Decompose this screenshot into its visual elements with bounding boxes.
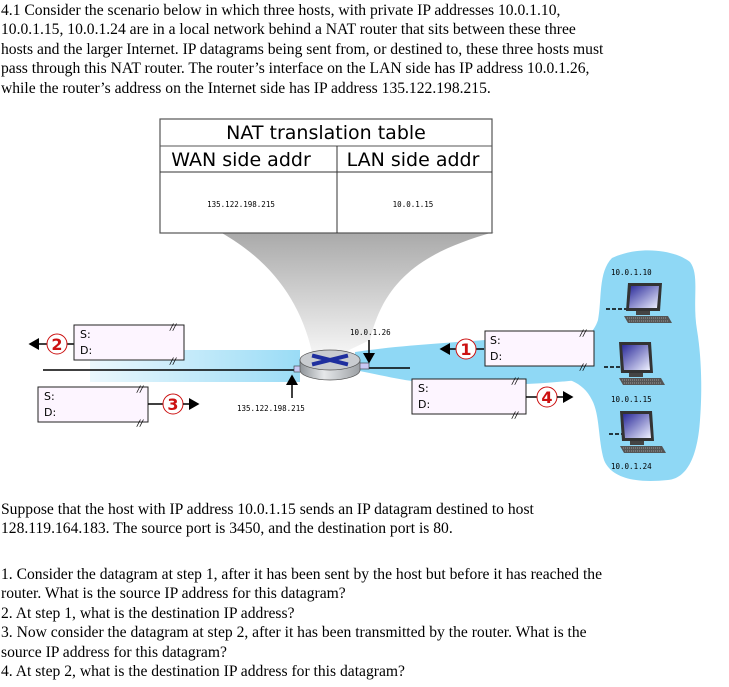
step-4-number: 4 [541, 388, 552, 407]
datagram-3-dest-label: D: [44, 406, 56, 419]
question-line: 3. Now consider the datagram at step 2, … [1, 624, 587, 642]
datagram-step-2: 2 S: D: // // [28, 323, 185, 367]
nat-table-cell-wan: 135.122.198.215 [207, 200, 275, 209]
datagram-3-break-icon: // [136, 419, 144, 429]
questions-list: 1. Consider the datagram at step 1, afte… [1, 565, 729, 681]
nat-table-cell-lan: 10.0.1.15 [393, 200, 434, 209]
question-line: source IP address for this datagram? [1, 643, 227, 661]
datagram-2-dest-label: D: [80, 344, 92, 357]
datagram-3-break-icon: // [136, 385, 144, 395]
scenario-line: 128.119.164.183. The source port is 3450… [1, 520, 453, 538]
step-2-number: 2 [51, 335, 62, 354]
datagram-step-3: S: D: // // 3 [37, 385, 200, 429]
nat-table: NAT translation table WAN side addr LAN … [159, 118, 493, 234]
host-ip-label: 10.0.1.10 [611, 268, 652, 277]
datagram-4-break-icon: // [511, 377, 519, 387]
datagram-step-4: S: D: // // 4 [411, 377, 574, 421]
router-wan-ip: 135.122.198.215 [237, 404, 305, 413]
host-ip-label: 10.0.1.15 [611, 395, 652, 404]
step-1-number: 1 [460, 340, 471, 359]
nat-table-header-wan: WAN side addr [171, 149, 311, 171]
datagram-2-break-icon: // [169, 323, 177, 333]
datagram-4-dest-label: D: [418, 398, 430, 411]
question-line: 2. At step 1, what is the destination IP… [1, 604, 295, 622]
question-line: 4. At step 2, what is the destination IP… [1, 663, 405, 681]
scenario-paragraph: Suppose that the host with IP address 10… [1, 500, 729, 539]
nat-table-header-lan: LAN side addr [347, 149, 480, 171]
datagram-1-source-label: S: [490, 334, 501, 347]
scenario-line: Suppose that the host with IP address 10… [1, 501, 534, 518]
step-3-number: 3 [167, 395, 178, 414]
nat-diagram: 10.0.1.26 135.122.198.215 NAT translatio… [28, 118, 702, 481]
question-line: router. What is the source IP address fo… [1, 585, 346, 603]
datagram-3-source-label: S: [44, 390, 55, 403]
question-line: 1. Consider the datagram at step 1, afte… [1, 566, 603, 583]
host-ip-label: 10.0.1.24 [611, 462, 652, 471]
datagram-4-break-icon: // [511, 411, 519, 421]
datagram-1-break-icon: // [579, 329, 587, 339]
datagram-2-break-icon: // [169, 357, 177, 367]
datagram-2-source-label: S: [80, 328, 91, 341]
datagram-1-dest-label: D: [490, 350, 502, 363]
datagram-1-break-icon: // [579, 363, 587, 373]
datagram-4-source-label: S: [418, 382, 429, 395]
nat-table-title: NAT translation table [226, 122, 426, 144]
router-lan-ip: 10.0.1.26 [350, 328, 391, 337]
